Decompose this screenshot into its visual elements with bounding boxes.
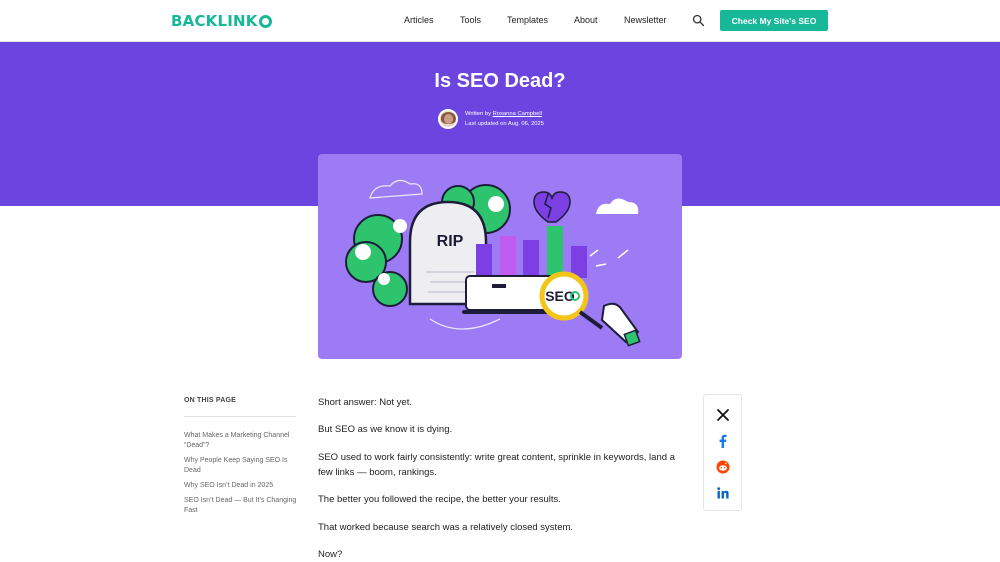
last-updated: Last updated on Aug. 06, 2025 <box>465 121 544 127</box>
nav-tools[interactable]: Tools <box>460 15 481 25</box>
article-paragraph: SEO used to work fairly consistently: wr… <box>318 451 675 478</box>
toc-item[interactable]: What Makes a Marketing Channel “Dead”? <box>184 431 300 451</box>
article-paragraph: That worked because search was a relativ… <box>318 521 574 533</box>
article-body: Short answer: Not yet. But SEO as we kno… <box>318 395 678 562</box>
check-site-seo-button[interactable]: Check My Site's SEO <box>720 10 828 31</box>
logo[interactable]: BACKLINK <box>171 12 272 30</box>
search-icon[interactable] <box>692 14 705 27</box>
linkedin-icon[interactable] <box>716 486 730 500</box>
article-paragraph: Short answer: Not yet. <box>318 397 412 408</box>
reddit-icon[interactable] <box>716 460 730 474</box>
toc-list: What Makes a Marketing Channel “Dead”? W… <box>184 431 300 521</box>
nav-newsletter[interactable]: Newsletter <box>624 15 667 25</box>
logo-text: BACKLINK <box>171 12 258 30</box>
article-paragraph: But SEO as we know it is dying. <box>318 424 453 436</box>
rip-label: RIP <box>437 233 464 250</box>
article-paragraph: Now? <box>318 548 343 560</box>
toc-item[interactable]: Why People Keep Saying SEO Is Dead <box>184 456 300 476</box>
site-header: BACKLINK Articles Tools Templates About … <box>0 0 1000 42</box>
toc-item[interactable]: SEO Isn’t Dead — But It’s Changing Fast <box>184 496 300 516</box>
logo-o-icon <box>258 14 272 28</box>
facebook-icon[interactable] <box>716 434 730 448</box>
nav-about[interactable]: About <box>574 15 598 25</box>
written-by-label: Written by <box>465 111 491 117</box>
author-avatar[interactable] <box>438 109 458 129</box>
share-rail <box>703 394 742 511</box>
nav-articles[interactable]: Articles <box>404 15 434 25</box>
page-title: Is SEO Dead? <box>434 70 566 92</box>
author-name-link[interactable]: Rosanna Campbell <box>493 111 542 117</box>
featured-illustration: RIP SEO <box>318 154 682 359</box>
nav-templates[interactable]: Templates <box>507 15 548 25</box>
toc-heading: ON THIS PAGE <box>184 397 237 404</box>
toc-item[interactable]: Why SEO Isn’t Dead in 2025 <box>184 481 300 491</box>
author-byline: Written by Rosanna Campbell Last updated… <box>438 109 544 129</box>
x-icon[interactable] <box>716 408 730 422</box>
toc-divider <box>184 416 296 417</box>
author-meta: Written by Rosanna Campbell Last updated… <box>465 109 544 129</box>
article-paragraph: The better you followed the recipe, the … <box>318 494 561 506</box>
